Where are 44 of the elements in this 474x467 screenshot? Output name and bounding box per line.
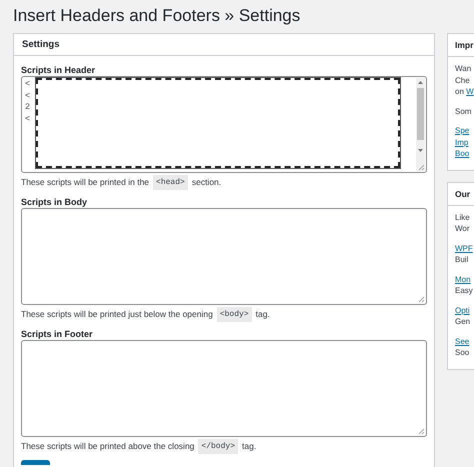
help-text: These scripts will be printed above the closing (21, 440, 194, 453)
sidebar-text: Buil (455, 255, 468, 264)
sidebar-link[interactable]: Boo (455, 149, 470, 158)
sidebar-text: Soo (455, 348, 470, 357)
sidebar-text: Wan (455, 64, 472, 73)
sidebar-link[interactable]: WPF (455, 244, 473, 252)
sidebar-text: Wor (455, 224, 470, 233)
help-text: section. (192, 176, 222, 189)
help-text: tag. (256, 308, 270, 321)
scrollbar[interactable] (416, 78, 425, 171)
panel-title: Settings (14, 34, 434, 56)
sidebar-link[interactable]: Imp (455, 138, 468, 146)
code-tag: </body> (198, 439, 238, 454)
code-field[interactable] (21, 340, 427, 437)
help-text: tag. (242, 440, 256, 453)
code-field[interactable] (21, 208, 427, 305)
sidebar-text: Easy (455, 286, 473, 295)
resize-handle-icon[interactable] (418, 296, 425, 303)
up-arrow-icon[interactable] (416, 80, 425, 86)
sidebar-link[interactable]: W (466, 87, 474, 96)
help-text: These scripts will be printed just below the opening (21, 308, 213, 321)
resize-handle-icon[interactable] (418, 428, 425, 435)
field-label: Scripts in Header (21, 64, 96, 76)
panel-title: Our (448, 182, 474, 206)
sidebar-link[interactable]: Mon (455, 274, 471, 284)
sidebar-link[interactable]: See (455, 336, 470, 346)
sidebar-link[interactable]: Spe (455, 126, 470, 135)
panel-title: Impr (448, 34, 474, 57)
page-title: Insert Headers and Footers » Settings (13, 6, 302, 27)
field-label: Scripts in Footer (21, 328, 94, 340)
sidebar-text: on (455, 87, 464, 96)
sidebar-text: Like (455, 212, 470, 222)
field-label: Scripts in Body (21, 196, 88, 208)
code-tag: <body> (216, 307, 252, 322)
save-button[interactable] (21, 460, 50, 465)
resize-handle-icon[interactable] (418, 164, 425, 171)
sidebar-link[interactable]: Opti (455, 306, 470, 314)
code-tag: <head> (153, 175, 188, 190)
sidebar-text: Som (455, 106, 472, 116)
sidebar-text: Gen (455, 317, 470, 326)
down-arrow-icon[interactable] (416, 148, 425, 154)
sidebar-text: Che (455, 76, 470, 84)
help-text: These scripts will be printed in the (21, 176, 150, 189)
code-field[interactable]: < < 2 < (21, 76, 427, 173)
